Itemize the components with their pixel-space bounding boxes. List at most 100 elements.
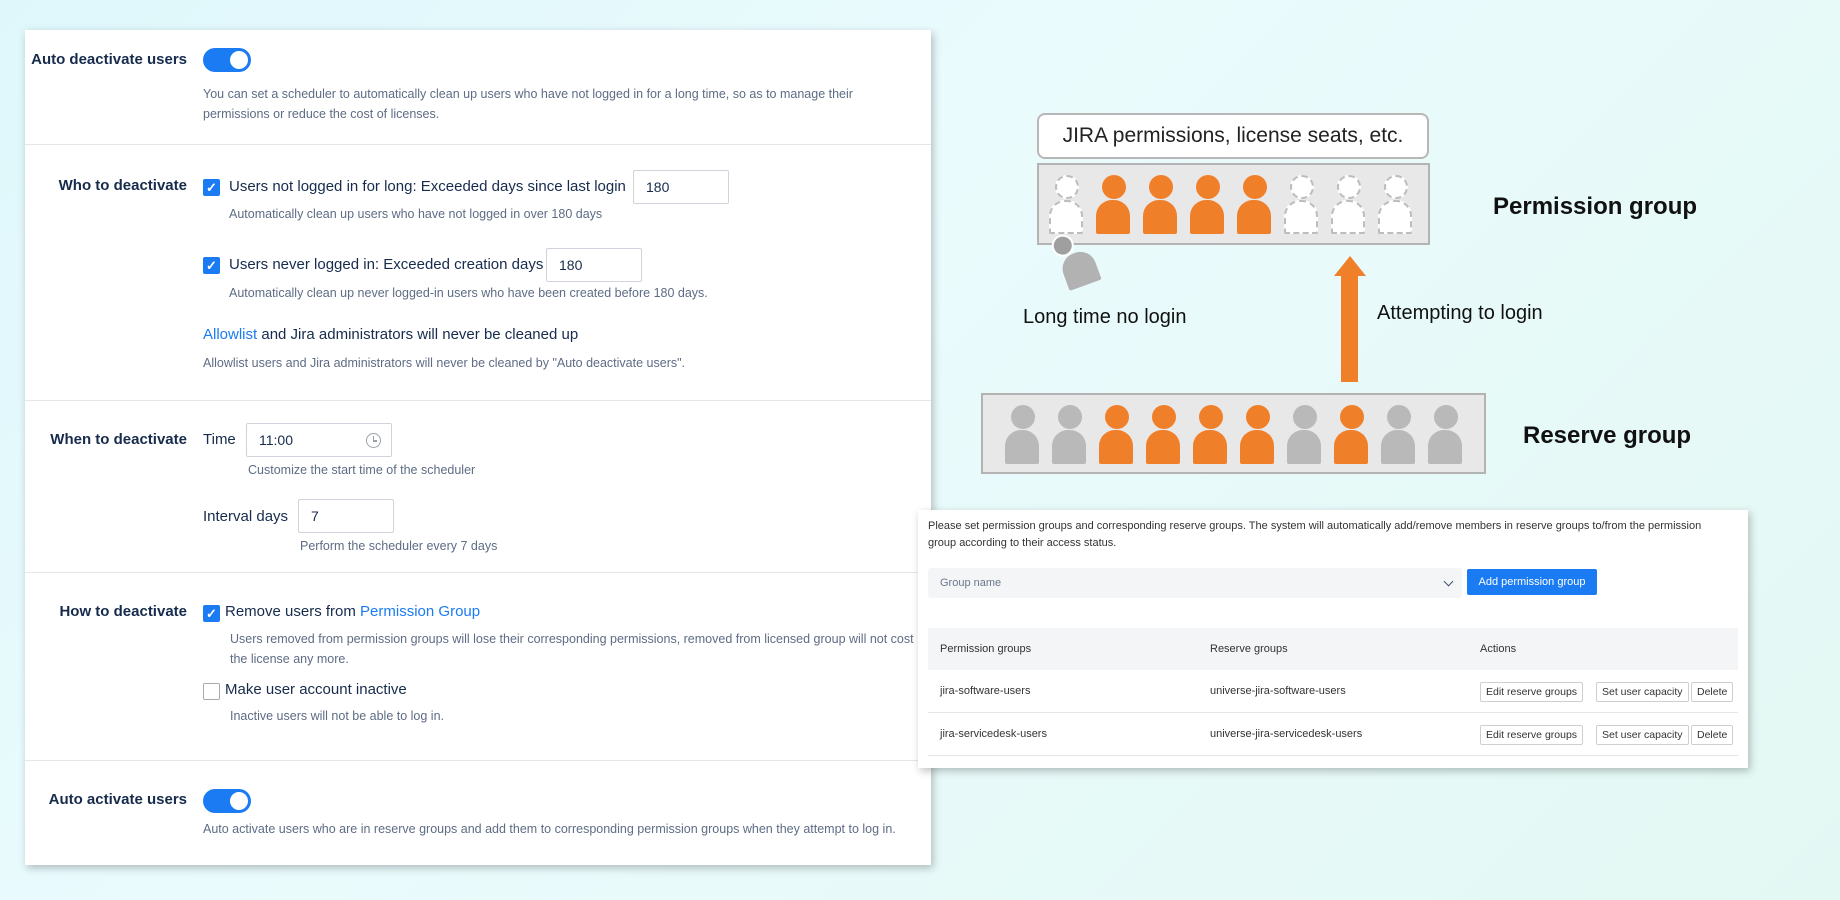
person-head [1246, 405, 1270, 429]
permission-slot-orange [1095, 175, 1131, 235]
permission-group-link[interactable]: Permission Group [360, 603, 480, 620]
reserve-group-box [981, 393, 1486, 474]
rule2-hint: Automatically clean up never logged-in u… [229, 286, 708, 300]
permission-group-cell: jira-software-users [940, 685, 1031, 697]
rule1-checkbox[interactable]: ✓ [203, 179, 220, 196]
remove-label-text: Remove users from [225, 603, 361, 620]
person-head [1152, 405, 1176, 429]
permission-slot-orange [1236, 175, 1272, 235]
set-user-capacity-button[interactable]: Set user capacity [1596, 682, 1689, 702]
permission-slot-empty [1048, 175, 1084, 235]
person-body [1331, 200, 1365, 234]
delete-button[interactable]: Delete [1691, 682, 1734, 702]
rule2-checkbox[interactable]: ✓ [203, 257, 220, 274]
person-body [1005, 430, 1039, 464]
person-head [1290, 175, 1314, 199]
reserve-member-orange [1192, 405, 1228, 465]
permission-slot-empty [1377, 175, 1413, 235]
remove-checkbox[interactable]: ✓ [203, 605, 220, 622]
time-value: 11:00 [259, 432, 293, 448]
person-body [1096, 200, 1130, 234]
person-body [1193, 430, 1227, 464]
how-to-deactivate-label: How to deactivate [59, 603, 187, 620]
allowlist-text: and Jira administrators will never be cl… [257, 326, 579, 343]
allowlist-link[interactable]: Allowlist [203, 326, 257, 343]
inactive-label: Make user account inactive [225, 681, 407, 698]
table-row: jira-software-users universe-jira-softwa… [928, 670, 1738, 713]
reserve-member-gray [1286, 405, 1322, 465]
person-head [1243, 175, 1267, 199]
person-body [1240, 430, 1274, 464]
auto-activate-description: Auto activate users who are in reserve g… [203, 822, 896, 836]
person-head [1199, 405, 1223, 429]
person-head [1337, 175, 1361, 199]
when-to-deactivate-label: When to deactivate [50, 431, 187, 448]
groups-panel: Please set permission groups and corresp… [918, 510, 1748, 768]
interval-label: Interval days [203, 508, 289, 525]
reserve-member-gray [1380, 405, 1416, 465]
table-row: jira-servicedesk-users universe-jira-ser… [928, 713, 1738, 756]
auto-activate-label: Auto activate users [48, 791, 187, 808]
group-name-placeholder: Group name [940, 577, 1002, 589]
remove-label: Remove users from Permission Group [225, 603, 480, 620]
auto-deactivate-label: Auto deactivate users [31, 51, 187, 68]
delete-button[interactable]: Delete [1691, 725, 1734, 745]
table-header: Permission groups Reserve groups Actions [928, 628, 1738, 670]
permissions-box-title: JIRA permissions, license seats, etc. [1037, 113, 1429, 159]
reserve-group-cell: universe-jira-software-users [1210, 685, 1346, 697]
who-to-deactivate-section: Who to deactivate ✓ Users not logged in … [25, 145, 931, 401]
rule1-days-input[interactable]: 180 [633, 170, 729, 204]
person-head [1105, 405, 1129, 429]
rule1-hint: Automatically clean up users who have no… [229, 207, 603, 221]
person-head [1387, 405, 1411, 429]
auto-activate-section: Auto activate users Auto activate users … [25, 761, 931, 865]
permission-group-label: Permission group [1493, 193, 1698, 220]
person-head [1149, 175, 1173, 199]
interval-hint: Perform the scheduler every 7 days [300, 539, 498, 553]
allowlist-hint: Allowlist users and Jira administrators … [203, 356, 686, 370]
rule2-days-input[interactable]: 180 [546, 248, 642, 282]
person-head [1293, 405, 1317, 429]
reserve-member-gray [1427, 405, 1463, 465]
person-body [1143, 200, 1177, 234]
time-input[interactable]: 11:00 [246, 423, 392, 457]
permission-group-box [1037, 163, 1430, 245]
person-body [1099, 430, 1133, 464]
auto-deactivate-toggle[interactable] [203, 48, 251, 72]
settings-panel: Auto deactivate users You can set a sche… [25, 30, 931, 865]
permission-slot-orange [1189, 175, 1225, 235]
auto-deactivate-description: You can set a scheduler to automatically… [203, 87, 853, 121]
person-body [1287, 430, 1321, 464]
auto-deactivate-section: Auto deactivate users You can set a sche… [25, 30, 931, 145]
person-head [1196, 175, 1220, 199]
interval-input[interactable]: 7 [298, 499, 394, 533]
inactive-checkbox[interactable] [203, 683, 220, 700]
col-actions: Actions [1480, 643, 1517, 655]
add-permission-group-button[interactable]: Add permission group [1467, 569, 1597, 595]
attempting-to-login-label: Attempting to login [1377, 302, 1543, 324]
edit-reserve-groups-button[interactable]: Edit reserve groups [1480, 682, 1584, 702]
toggle-knob [230, 51, 248, 69]
reserve-member-orange [1239, 405, 1275, 465]
group-name-select[interactable]: Group name [928, 568, 1462, 598]
person-head [1055, 175, 1079, 199]
time-label: Time [203, 431, 236, 448]
when-to-deactivate-section: When to deactivate Time 11:00 Customize … [25, 401, 931, 573]
chevron-down-icon [1443, 576, 1454, 587]
time-hint: Customize the start time of the schedule… [248, 463, 476, 477]
person-body [1052, 430, 1086, 464]
permission-slot-orange [1142, 175, 1178, 235]
col-reserve-groups: Reserve groups [1210, 643, 1288, 655]
edit-reserve-groups-button[interactable]: Edit reserve groups [1480, 725, 1584, 745]
set-user-capacity-button[interactable]: Set user capacity [1596, 725, 1689, 745]
reserve-group-label: Reserve group [1523, 422, 1692, 449]
reserve-group-cell: universe-jira-servicedesk-users [1210, 728, 1363, 740]
person-body [1146, 430, 1180, 464]
who-to-deactivate-label: Who to deactivate [58, 177, 187, 194]
person-body [1428, 430, 1462, 464]
rule1-label: Users not logged in for long: Exceeded d… [229, 178, 626, 195]
permission-slot-empty [1330, 175, 1366, 235]
auto-activate-toggle[interactable] [203, 789, 251, 813]
long-time-no-login-label: Long time no login [1023, 306, 1187, 328]
groups-description: Please set permission groups and corresp… [928, 520, 1702, 549]
